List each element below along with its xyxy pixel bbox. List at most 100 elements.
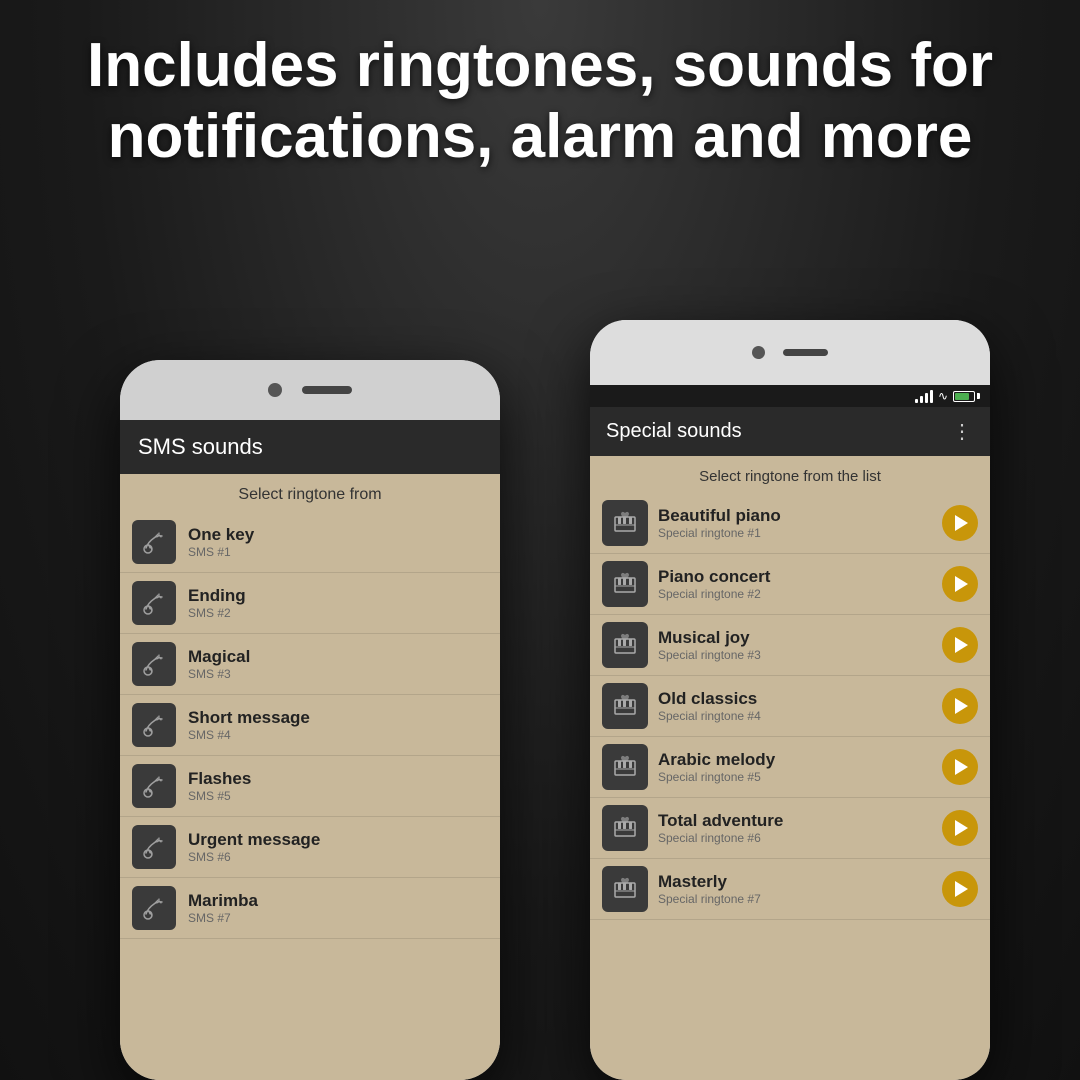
play-button-7[interactable] xyxy=(942,871,978,907)
sms-ringtone-info: Marimba SMS #7 xyxy=(188,891,258,925)
phone-front: ∿ Special sounds ⋮ Select ringtone from … xyxy=(590,320,990,1080)
camera-back xyxy=(268,383,282,397)
special-ringtone-info: Old classics Special ringtone #4 xyxy=(658,689,761,723)
special-ringtone-item[interactable]: Musical joy Special ringtone #3 xyxy=(590,615,990,676)
sms-app-header: SMS sounds xyxy=(120,420,500,474)
header-line2: notifications, alarm and more xyxy=(108,102,973,171)
special-ringtone-name: Masterly xyxy=(658,872,761,892)
sms-ringtone-name: Magical xyxy=(188,647,250,667)
special-ringtone-item[interactable]: Beautiful piano Special ringtone #1 xyxy=(590,493,990,554)
special-ringtone-item[interactable]: Old classics Special ringtone #4 xyxy=(590,676,990,737)
sms-ringtone-icon xyxy=(132,825,176,869)
special-ringtone-name: Beautiful piano xyxy=(658,506,781,526)
sms-ringtone-sub: SMS #2 xyxy=(188,606,246,620)
special-ringtone-info: Arabic melody Special ringtone #5 xyxy=(658,750,775,784)
special-ringtone-icon xyxy=(602,683,648,729)
wifi-icon: ∿ xyxy=(938,389,948,403)
menu-dots-icon[interactable]: ⋮ xyxy=(952,419,974,444)
battery xyxy=(953,391,980,402)
sms-ringtone-icon xyxy=(132,642,176,686)
sms-ringtone-item[interactable]: Magical SMS #3 xyxy=(120,634,500,695)
sms-ringtone-sub: SMS #3 xyxy=(188,667,250,681)
sms-ringtone-item[interactable]: One key SMS #1 xyxy=(120,512,500,573)
sms-ringtone-sub: SMS #6 xyxy=(188,850,320,864)
play-triangle-7 xyxy=(955,881,968,897)
sms-ringtone-item[interactable]: Flashes SMS #5 xyxy=(120,756,500,817)
status-bar: ∿ xyxy=(590,385,990,407)
signal-bars xyxy=(915,389,933,403)
special-ringtone-icon xyxy=(602,805,648,851)
special-select-label: Select ringtone from the list xyxy=(590,456,990,493)
play-button-6[interactable] xyxy=(942,810,978,846)
special-ringtone-item[interactable]: Piano concert Special ringtone #2 xyxy=(590,554,990,615)
special-ringtone-info: Masterly Special ringtone #7 xyxy=(658,872,761,906)
sms-ringtone-info: Urgent message SMS #6 xyxy=(188,830,320,864)
sms-ringtone-name: Short message xyxy=(188,708,310,728)
phone-back-top-bar xyxy=(120,360,500,420)
sms-ringtone-sub: SMS #5 xyxy=(188,789,251,803)
special-ringtone-icon xyxy=(602,866,648,912)
special-ringtone-sub: Special ringtone #3 xyxy=(658,648,761,662)
special-ringtone-icon xyxy=(602,500,648,546)
battery-fill xyxy=(955,393,969,400)
play-button-4[interactable] xyxy=(942,688,978,724)
sms-ringtone-item[interactable]: Short message SMS #4 xyxy=(120,695,500,756)
special-ringtone-name: Total adventure xyxy=(658,811,783,831)
phone-back: SMS sounds Select ringtone from One key … xyxy=(120,360,500,1080)
phones-container: SMS sounds Select ringtone from One key … xyxy=(0,220,1080,1080)
phone-front-screen: Special sounds ⋮ Select ringtone from th… xyxy=(590,407,990,1080)
special-app-title: Special sounds xyxy=(606,420,742,443)
sms-ringtone-name: Flashes xyxy=(188,769,251,789)
sms-ringtone-name: Marimba xyxy=(188,891,258,911)
play-triangle-6 xyxy=(955,820,968,836)
special-ringtone-item[interactable]: Arabic melody Special ringtone #5 xyxy=(590,737,990,798)
special-ringtone-info: Total adventure Special ringtone #6 xyxy=(658,811,783,845)
camera-front xyxy=(752,346,765,359)
sms-ringtone-icon xyxy=(132,886,176,930)
header-text: Includes ringtones, sounds for notificat… xyxy=(0,30,1080,173)
sms-ringtone-info: Magical SMS #3 xyxy=(188,647,250,681)
sms-ringtone-info: Ending SMS #2 xyxy=(188,586,246,620)
sms-ringtone-item[interactable]: Marimba SMS #7 xyxy=(120,878,500,939)
signal-bar-2 xyxy=(920,396,923,403)
play-button-5[interactable] xyxy=(942,749,978,785)
battery-tip xyxy=(977,393,980,399)
sms-ringtone-item[interactable]: Urgent message SMS #6 xyxy=(120,817,500,878)
special-ringtone-icon xyxy=(602,622,648,668)
special-ringtone-name: Piano concert xyxy=(658,567,770,587)
special-ringtone-sub: Special ringtone #7 xyxy=(658,892,761,906)
special-app-header: Special sounds ⋮ xyxy=(590,407,990,456)
special-ringtone-icon xyxy=(602,561,648,607)
sms-ringtone-icon xyxy=(132,520,176,564)
sms-ringtone-name: One key xyxy=(188,525,254,545)
play-triangle-5 xyxy=(955,759,968,775)
special-ringtone-name: Old classics xyxy=(658,689,761,709)
play-button-3[interactable] xyxy=(942,627,978,663)
special-ringtone-sub: Special ringtone #2 xyxy=(658,587,770,601)
sms-select-label: Select ringtone from xyxy=(120,474,500,512)
special-ringtone-info: Piano concert Special ringtone #2 xyxy=(658,567,770,601)
sms-ringtone-sub: SMS #1 xyxy=(188,545,254,559)
special-ringtone-item[interactable]: Masterly Special ringtone #7 xyxy=(590,859,990,920)
sms-ringtone-info: Short message SMS #4 xyxy=(188,708,310,742)
special-ringtone-info: Beautiful piano Special ringtone #1 xyxy=(658,506,781,540)
sms-ringtone-icon xyxy=(132,581,176,625)
sms-ringtone-name: Ending xyxy=(188,586,246,606)
phone-back-screen: SMS sounds Select ringtone from One key … xyxy=(120,420,500,1080)
special-ringtone-name: Arabic melody xyxy=(658,750,775,770)
special-ringtone-info: Musical joy Special ringtone #3 xyxy=(658,628,761,662)
play-triangle-1 xyxy=(955,515,968,531)
battery-body xyxy=(953,391,975,402)
sms-ringtone-info: One key SMS #1 xyxy=(188,525,254,559)
speaker-front xyxy=(783,349,828,356)
sms-ringtone-item[interactable]: Ending SMS #2 xyxy=(120,573,500,634)
play-button-2[interactable] xyxy=(942,566,978,602)
speaker-back xyxy=(302,386,352,394)
special-ringtone-sub: Special ringtone #5 xyxy=(658,770,775,784)
sms-ringtone-info: Flashes SMS #5 xyxy=(188,769,251,803)
special-ringtone-sub: Special ringtone #6 xyxy=(658,831,783,845)
header-line1: Includes ringtones, sounds for xyxy=(87,31,993,100)
play-button-1[interactable] xyxy=(942,505,978,541)
sms-ringtone-icon xyxy=(132,764,176,808)
special-ringtone-item[interactable]: Total adventure Special ringtone #6 xyxy=(590,798,990,859)
